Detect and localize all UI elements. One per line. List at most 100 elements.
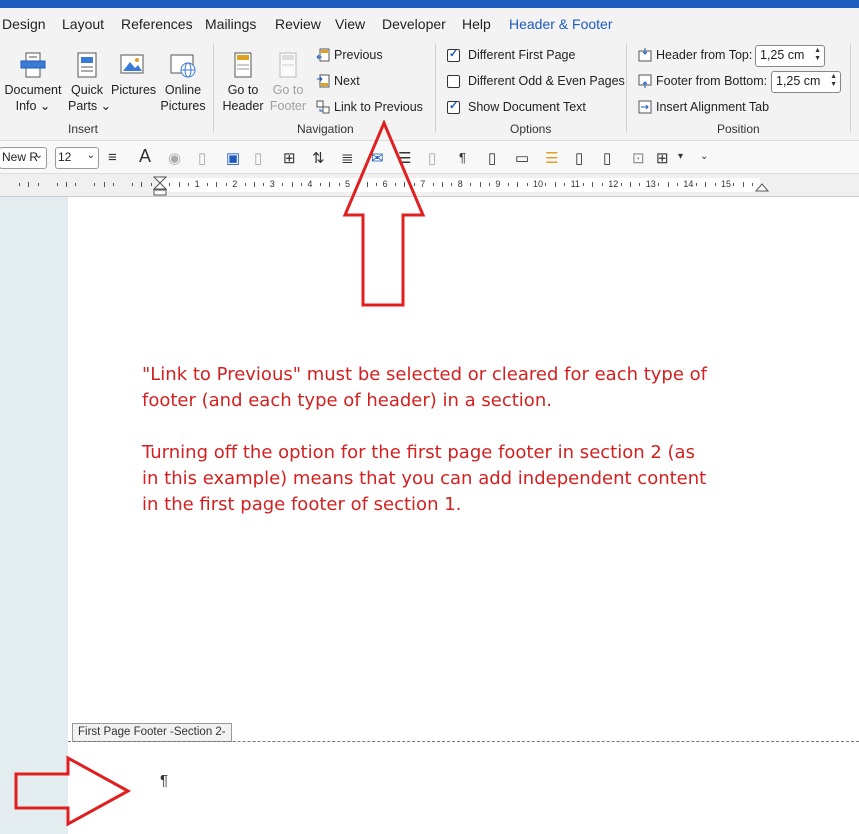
pictures-label: Pictures [111, 83, 157, 97]
customize-toolbar-icon[interactable]: ⌄ [700, 151, 708, 162]
tab-review[interactable]: Review [275, 16, 321, 32]
title-bar-strip [0, 0, 859, 8]
up-arrow-annotation [342, 120, 426, 307]
group-separator [626, 44, 627, 132]
ruler-label: 1 [194, 179, 200, 189]
list-icon[interactable]: ☰ [545, 149, 558, 167]
document-edit-icon[interactable]: ▯ [575, 149, 583, 167]
checkbox-unchecked-icon [447, 74, 460, 88]
go-to-header-label-2: Header [222, 99, 264, 113]
sort-icon[interactable]: ⇅ [312, 149, 325, 167]
document-info-button[interactable]: Document Info ⌄ [4, 50, 62, 114]
insert-group-label: Insert [68, 122, 99, 136]
alignment-tab-icon [638, 100, 652, 114]
ruler-tick [19, 183, 20, 186]
table-icon[interactable]: ⊞ [656, 149, 669, 167]
font-name-combo[interactable]: New R ⌄ [0, 147, 47, 169]
header-from-top-input[interactable]: 1,25 cm ▲ ▼ [755, 45, 825, 67]
header-from-top-value: 1,25 cm [760, 48, 805, 62]
indent-marker-icon[interactable] [153, 176, 167, 196]
select-objects-icon[interactable]: ⊡ [632, 149, 645, 167]
different-first-page-checkbox[interactable]: Different First Page [447, 47, 575, 62]
ruler-label: 9 [495, 179, 501, 189]
ruler-tick [667, 182, 669, 187]
font-size-combo[interactable]: 12 ⌄ [55, 147, 99, 169]
spinner-arrows-icon[interactable]: ▲ ▼ [830, 73, 837, 89]
highlight-icon[interactable]: ◉ [168, 149, 181, 167]
footer-from-bottom-control: Footer from Bottom: [638, 74, 767, 88]
online-pictures-button[interactable]: Online Pictures [160, 50, 206, 114]
next-icon [317, 74, 330, 88]
ruler-tick [216, 182, 218, 187]
spinner-arrows-icon[interactable]: ▲ ▼ [814, 47, 821, 63]
quick-parts-label-1: Quick [71, 83, 103, 97]
stamp-icon[interactable]: ▯ [254, 149, 262, 167]
ruler-tick [141, 182, 143, 187]
quick-parts-button[interactable]: Quick Parts ⌄ [68, 50, 111, 114]
ruler-tick [470, 183, 472, 186]
page-layout-icon[interactable]: ▯ [603, 149, 611, 167]
ruler-tick [178, 182, 180, 187]
ruler-tick [695, 183, 697, 186]
page-icon[interactable]: ▯ [488, 149, 496, 167]
document-gutter [0, 197, 68, 834]
tab-view[interactable]: View [335, 16, 365, 32]
document-icon[interactable]: ▯ [198, 149, 206, 167]
chevron-down-icon: ⌄ [34, 150, 43, 161]
tab-header-footer[interactable]: Header & Footer [509, 16, 613, 32]
ruler-tick [291, 182, 293, 187]
ruler-tick [263, 183, 265, 186]
footer-from-bottom-input[interactable]: 1,25 cm ▲ ▼ [771, 71, 841, 93]
ruler-tick [658, 183, 660, 186]
ruler-tick [752, 183, 754, 186]
header-from-top-label: Header from Top: [656, 48, 753, 62]
previous-label: Previous [334, 48, 383, 62]
position-group-label: Position [717, 122, 760, 136]
ribbon-tabs: Design Layout References Mailings Review… [0, 8, 859, 46]
picture-icon[interactable]: ▭ [515, 149, 529, 167]
table-select-icon[interactable]: ⊞ [283, 149, 296, 167]
footer-from-bottom-value: 1,25 cm [776, 74, 821, 88]
text-box-icon[interactable]: ▣ [226, 149, 240, 167]
tab-design[interactable]: Design [2, 16, 46, 32]
paragraph-spacing-icon[interactable]: ≡ [108, 149, 117, 166]
ruler-tick [188, 183, 190, 186]
ruler-tick [442, 182, 443, 187]
link-to-previous-button[interactable]: Link to Previous [316, 100, 423, 114]
show-formatting-icon[interactable]: ¶ [459, 150, 466, 165]
paragraph-mark[interactable]: ¶ [160, 772, 168, 789]
font-color-icon[interactable]: A [139, 146, 151, 167]
go-to-header-button[interactable]: Go to Header [222, 50, 264, 114]
tab-developer[interactable]: Developer [382, 16, 446, 32]
ruler-tick [545, 183, 547, 186]
different-odd-even-checkbox[interactable]: Different Odd & Even Pages [447, 74, 625, 88]
document-info-label-1: Document [4, 83, 62, 97]
group-separator [850, 44, 851, 132]
link-to-previous-icon [316, 100, 330, 114]
go-to-footer-button[interactable]: Go to Footer [267, 50, 309, 114]
pictures-button[interactable]: Pictures [111, 50, 157, 98]
tab-mailings[interactable]: Mailings [205, 16, 256, 32]
previous-button[interactable]: Previous [316, 48, 383, 62]
quick-parts-icon [77, 52, 97, 78]
tab-references[interactable]: References [121, 16, 193, 32]
ruler-tick [526, 183, 528, 186]
show-document-text-checkbox[interactable]: Show Document Text [447, 99, 586, 114]
online-pictures-label-1: Online [164, 83, 202, 97]
ruler-tick [451, 183, 453, 186]
next-button[interactable]: Next [316, 74, 360, 88]
annotation-line-4: in this example) means that you can add … [142, 468, 707, 489]
ruler-label: 11 [570, 179, 580, 189]
ruler-tick [742, 182, 744, 187]
ruler-tick [329, 182, 331, 187]
right-indent-marker-icon[interactable] [755, 182, 769, 192]
ruler-tick [564, 183, 566, 186]
ruler-tick [301, 183, 302, 186]
ruler-label: 12 [608, 179, 619, 189]
tab-layout[interactable]: Layout [62, 16, 104, 32]
chevron-down-icon[interactable]: ▾ [678, 151, 683, 162]
ruler-label: 14 [683, 179, 694, 189]
insert-alignment-tab-button[interactable]: Insert Alignment Tab [638, 100, 769, 114]
ruler-tick [254, 182, 255, 187]
tab-help[interactable]: Help [462, 16, 491, 32]
